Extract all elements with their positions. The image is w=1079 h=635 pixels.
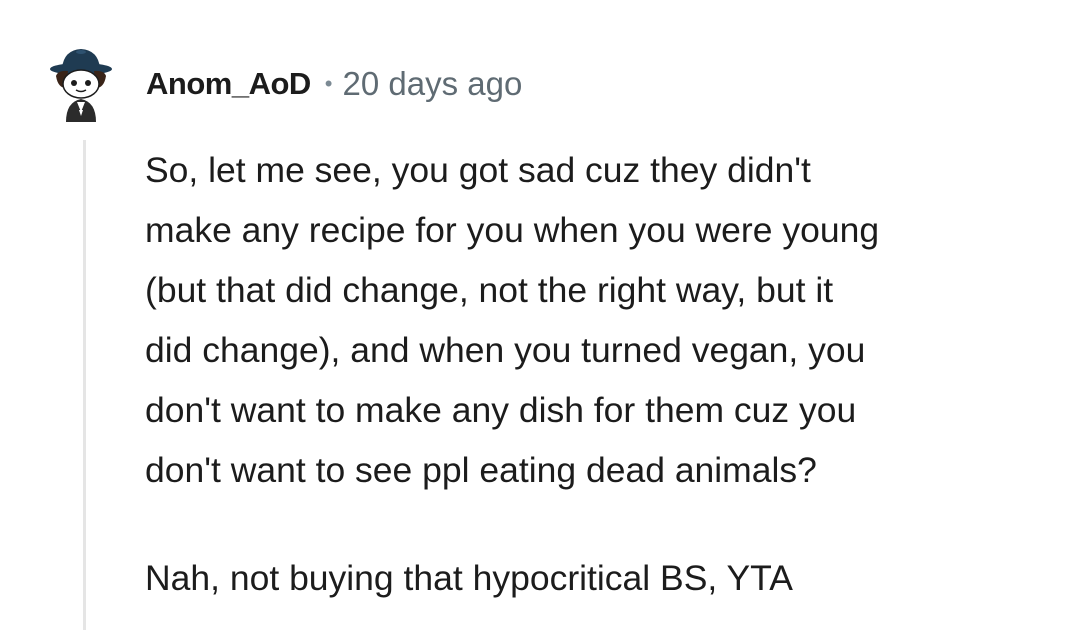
avatar[interactable] <box>48 44 114 124</box>
thread-collapse-line[interactable] <box>83 140 86 630</box>
comment-body: So, let me see, you got sad cuz they did… <box>145 140 1045 608</box>
comment-paragraph: So, let me see, you got sad cuz they did… <box>145 150 880 490</box>
author-username[interactable]: Anom_AoD <box>146 66 311 102</box>
meta-separator: • <box>324 71 333 96</box>
comment-timestamp[interactable]: 20 days ago <box>342 65 522 103</box>
comment-paragraph: Nah, not buying that hypocritical BS, YT… <box>145 558 793 598</box>
comment-meta: Anom_AoD • 20 days ago <box>146 64 522 104</box>
snoo-avatar-icon <box>50 49 112 122</box>
